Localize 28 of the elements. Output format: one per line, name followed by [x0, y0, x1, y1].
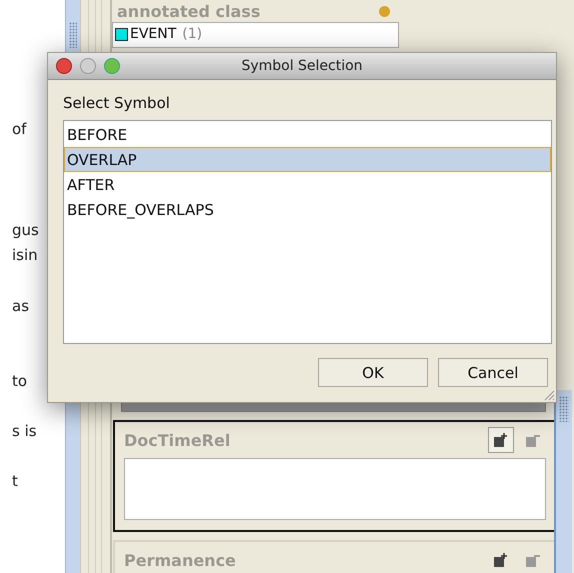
add-square-icon	[493, 552, 509, 568]
section-title: annotated class	[117, 2, 260, 20]
list-item[interactable]: OVERLAP	[64, 147, 551, 172]
text-fragment: t	[12, 472, 18, 490]
panel-title: Permanence	[124, 550, 237, 570]
zoom-icon[interactable]	[104, 58, 120, 74]
list-item[interactable]: BEFORE_OVERLAPS	[64, 197, 551, 222]
close-icon[interactable]	[56, 58, 72, 74]
add-button[interactable]	[488, 427, 514, 453]
field-label: Select Symbol	[63, 94, 171, 114]
text-fragment: isin	[12, 246, 38, 264]
minimize-icon[interactable]	[80, 58, 96, 74]
resize-grip-icon[interactable]	[543, 389, 555, 401]
cancel-button[interactable]: Cancel	[438, 358, 548, 387]
class-item[interactable]: EVENT (1)	[113, 23, 398, 45]
text-fragment: as	[12, 297, 30, 315]
panel-title: DocTimeRel	[124, 430, 232, 450]
status-dot-icon	[379, 6, 390, 16]
text-fragment: gus	[12, 221, 39, 239]
text-fragment: of	[12, 120, 26, 138]
ok-button[interactable]: OK	[318, 358, 428, 387]
list-item[interactable]: BEFORE	[64, 122, 551, 147]
window-title: Symbol Selection	[241, 58, 363, 74]
add-square-icon	[493, 432, 509, 448]
scrollbar[interactable]	[554, 390, 572, 573]
list-item[interactable]: AFTER	[64, 172, 551, 197]
text-fragment: s is	[12, 422, 37, 440]
text-fragment: to	[12, 372, 28, 390]
